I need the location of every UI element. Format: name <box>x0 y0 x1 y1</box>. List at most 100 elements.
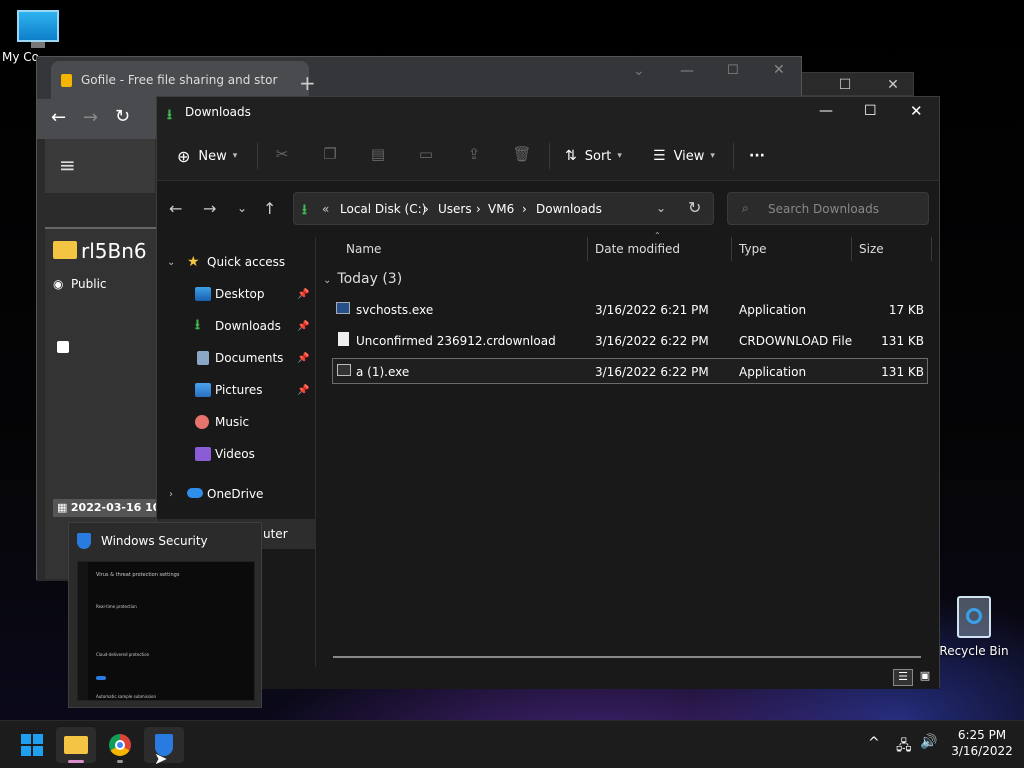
nav-documents[interactable]: Documents 📌 <box>157 343 315 373</box>
document-icon <box>338 332 349 346</box>
new-button[interactable]: ⊕ New ▾ <box>177 143 237 169</box>
documents-icon <box>197 351 209 365</box>
close-icon[interactable]: ✕ <box>910 102 923 120</box>
volume-icon[interactable]: 🔊 <box>920 734 937 750</box>
clock-date: 3/16/2022 <box>951 744 1013 758</box>
file-explorer-taskbar-button[interactable] <box>56 727 96 763</box>
crumb-downloads[interactable]: Downloads <box>536 202 602 216</box>
details-view-icon[interactable]: ☰ <box>893 669 913 686</box>
nav-onedrive-label: OneDrive <box>207 487 264 501</box>
pin-icon[interactable]: 📌 <box>297 321 309 332</box>
rename-icon[interactable]: ▭ <box>415 143 437 165</box>
crumb-separator-icon: › <box>522 202 527 216</box>
file-date: 3/16/2022 6:22 PM <box>595 365 709 379</box>
view-button[interactable]: ☰ View ▾ <box>653 143 715 169</box>
nav-pictures[interactable]: Pictures 📌 <box>157 375 315 405</box>
forward-icon[interactable]: → <box>203 199 216 218</box>
new-tab-icon[interactable]: + <box>299 71 316 95</box>
overflow-chevron[interactable]: « <box>322 202 329 216</box>
recycle-bin-icon[interactable]: Recycle Bin <box>936 596 1012 658</box>
nav-music[interactable]: Music <box>157 407 315 437</box>
share-icon[interactable]: ⇪ <box>463 143 485 165</box>
file-row[interactable]: svchosts.exe 3/16/2022 6:21 PM Applicati… <box>332 297 928 323</box>
column-type[interactable]: Type <box>732 237 852 261</box>
start-button[interactable] <box>12 727 52 763</box>
chrome-close-icon[interactable]: ✕ <box>773 62 785 78</box>
back-icon[interactable]: ← <box>169 199 182 218</box>
select-checkbox[interactable] <box>57 341 69 353</box>
downloads-title-icon: ⭳ <box>167 107 172 123</box>
file-type: Application <box>739 365 807 379</box>
nav-videos[interactable]: Videos <box>157 439 315 469</box>
sort-icon: ⇅ <box>565 148 577 164</box>
sort-button[interactable]: ⇅ Sort ▾ <box>565 143 622 169</box>
file-name: a (1).exe <box>356 365 410 379</box>
clock[interactable]: 6:25 PM 3/16/2022 <box>944 727 1020 759</box>
crumb-local-disk[interactable]: Local Disk (C:) <box>340 202 426 216</box>
address-bar[interactable]: ⭳ « Local Disk (C:) › Users › VM6 › Down… <box>293 192 714 225</box>
explorer-titlebar: ⭳ Downloads — ☐ ✕ <box>157 97 939 129</box>
view-list-icon: ☰ <box>653 148 666 164</box>
browser-tab[interactable]: Gofile - Free file sharing and stor <box>51 61 309 101</box>
horizontal-scrollbar[interactable] <box>333 656 921 658</box>
file-row[interactable]: Unconfirmed 236912.crdownload 3/16/2022 … <box>332 328 928 354</box>
maximize-icon[interactable]: ☐ <box>864 103 877 119</box>
up-icon[interactable]: ↑ <box>263 199 276 218</box>
application-icon <box>336 302 350 314</box>
nav-desktop[interactable]: Desktop 📌 <box>157 279 315 309</box>
nav-onedrive[interactable]: › OneDrive <box>157 479 315 509</box>
refresh-icon[interactable]: ↻ <box>688 198 701 217</box>
back-arrow-icon[interactable]: ← <box>51 107 66 128</box>
folder-icon <box>53 241 77 259</box>
active-indicator <box>68 760 84 763</box>
file-type: Application <box>739 303 807 317</box>
recent-locations-icon[interactable]: ⌄ <box>237 201 247 215</box>
pin-icon[interactable]: 📌 <box>297 353 309 364</box>
pane-divider <box>315 237 316 667</box>
hamburger-menu-icon[interactable]: ≡ <box>59 153 76 177</box>
nav-pictures-label: Pictures <box>215 383 263 397</box>
more-options-button[interactable]: ··· <box>749 143 765 169</box>
delete-icon[interactable]: 🗑 <box>511 143 533 165</box>
tiles-view-icon[interactable]: ▣ <box>915 669 935 686</box>
cut-icon[interactable]: ✂ <box>271 143 293 165</box>
bg-close-icon[interactable]: ✕ <box>885 77 901 93</box>
reload-icon[interactable]: ↻ <box>115 106 130 127</box>
search-box[interactable]: ⌕ Search Downloads <box>727 192 929 225</box>
search-icon: ⌕ <box>742 201 749 215</box>
pin-icon[interactable]: 📌 <box>297 289 309 300</box>
plus-circle-icon: ⊕ <box>177 146 191 166</box>
file-date: 3/16/2022 6:22 PM <box>595 334 709 348</box>
copy-icon[interactable]: ❐ <box>319 143 341 165</box>
column-size[interactable]: Size <box>852 237 932 261</box>
forward-arrow-icon[interactable]: → <box>83 107 98 128</box>
show-hidden-icons-icon[interactable]: ^ <box>868 735 880 751</box>
column-date-modified[interactable]: ⌃ Date modified <box>588 231 732 261</box>
group-header-today[interactable]: ⌄ Today (3) <box>323 271 402 287</box>
paste-icon[interactable]: ▤ <box>367 143 389 165</box>
minimize-icon[interactable]: — <box>819 103 833 119</box>
crumb-users[interactable]: Users <box>438 202 472 216</box>
chrome-minimize-icon[interactable]: — <box>680 63 694 79</box>
address-dropdown-icon[interactable]: ⌄ <box>656 201 666 215</box>
chrome-tablist-icon[interactable]: ⌄ <box>633 63 645 79</box>
nav-downloads[interactable]: ⭳ Downloads 📌 <box>157 311 315 341</box>
taskbar-thumbnail[interactable]: Windows Security Virus & threat protecti… <box>68 522 262 708</box>
network-icon[interactable]: 🖧 <box>896 735 912 759</box>
chrome-maximize-icon[interactable]: ☐ <box>727 63 739 78</box>
command-bar: ⊕ New ▾ ✂ ❐ ▤ ▭ ⇪ 🗑 ⇅ Sort ▾ ☰ View ▾ ··… <box>157 129 939 181</box>
crumb-vm6[interactable]: VM6 <box>488 202 514 216</box>
expand-chevron-icon: ⌄ <box>167 256 176 268</box>
nav-quick-access[interactable]: ⌄ ★ Quick access <box>157 247 315 277</box>
file-row-selected[interactable]: a (1).exe 3/16/2022 6:22 PM Application … <box>332 358 928 384</box>
preview-section-1: Real-time protection <box>96 604 137 609</box>
pin-icon[interactable]: 📌 <box>297 385 309 396</box>
column-name[interactable]: Name <box>332 237 588 261</box>
date-badge: ▦ 2022-03-16 10:1 <box>53 499 157 517</box>
folder-name: rl5Bn6 <box>81 239 147 263</box>
bg-maximize-icon[interactable]: ☐ <box>837 77 853 93</box>
mouse-cursor-icon: ➤ <box>154 749 168 768</box>
chrome-taskbar-button[interactable] <box>100 727 140 763</box>
background-window: ☐ ✕ <box>800 72 914 96</box>
search-placeholder: Search Downloads <box>768 202 879 216</box>
